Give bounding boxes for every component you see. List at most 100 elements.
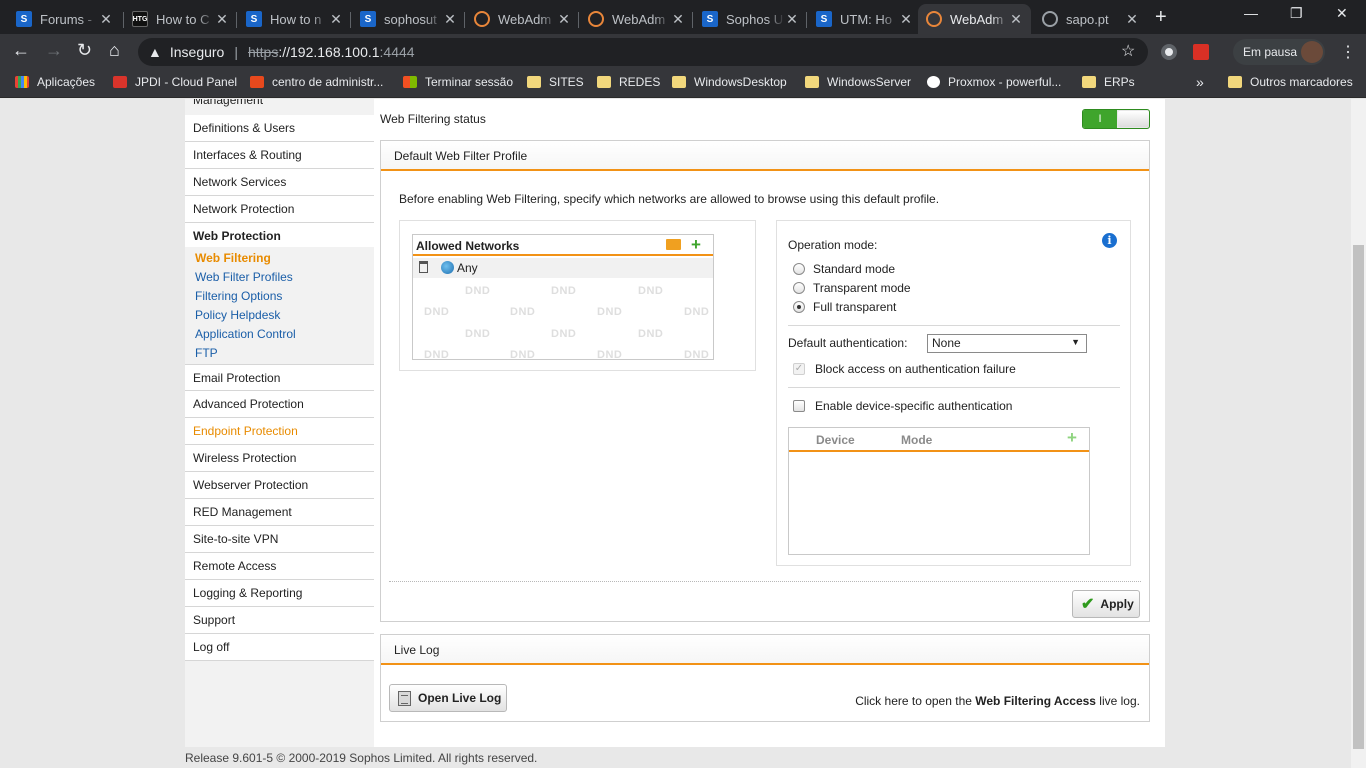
close-icon[interactable]: ✕ bbox=[329, 11, 343, 28]
open-live-log-button[interactable]: Open Live Log bbox=[389, 684, 507, 712]
add-icon[interactable]: + bbox=[691, 235, 701, 255]
browser-tab[interactable]: S UTM: Ho ✕ bbox=[808, 4, 921, 34]
bookmark-folder[interactable]: WindowsDesktop bbox=[672, 75, 787, 89]
sidebar-subitem-application-control[interactable]: Application Control bbox=[195, 327, 296, 341]
sidebar-item-web-protection[interactable]: Web Protection bbox=[185, 223, 374, 247]
dnd-watermark: DND bbox=[424, 349, 450, 360]
sidebar-item-advanced-protection[interactable]: Advanced Protection bbox=[185, 391, 374, 418]
browser-tab[interactable]: S sophosut ✕ bbox=[352, 4, 465, 34]
radio-button-checked[interactable] bbox=[793, 301, 805, 313]
close-icon[interactable]: ✕ bbox=[1009, 11, 1023, 28]
browser-tab[interactable]: S Forums - ✕ bbox=[8, 4, 121, 34]
info-icon[interactable]: i bbox=[1102, 233, 1117, 248]
browser-tab[interactable]: HTG How to C ✕ bbox=[124, 4, 237, 34]
browser-tab-active[interactable]: WebAdm ✕ bbox=[918, 4, 1031, 34]
radio-standard-mode[interactable]: Standard mode bbox=[793, 262, 895, 276]
radio-button[interactable] bbox=[793, 282, 805, 294]
sidebar-item-log-off[interactable]: Log off bbox=[185, 634, 374, 661]
checkbox[interactable] bbox=[793, 400, 805, 412]
close-icon[interactable]: ✕ bbox=[557, 11, 571, 28]
profile-button[interactable]: Em pausa bbox=[1233, 39, 1325, 65]
sidebar-item-endpoint-protection[interactable]: Endpoint Protection bbox=[185, 418, 374, 445]
extension-icon[interactable] bbox=[1161, 44, 1177, 60]
webadmin-icon bbox=[926, 11, 942, 27]
close-icon[interactable]: ✕ bbox=[785, 11, 799, 28]
sidebar-item-definitions-users[interactable]: Definitions & Users bbox=[185, 115, 374, 142]
new-tab-icon[interactable]: + bbox=[1155, 6, 1167, 29]
back-icon[interactable]: ← bbox=[12, 40, 30, 61]
log-icon bbox=[398, 690, 411, 706]
forward-icon[interactable]: → bbox=[45, 40, 63, 61]
window-close-icon[interactable]: ✕ bbox=[1336, 5, 1348, 22]
scrollbar-thumb[interactable] bbox=[1353, 245, 1364, 749]
sidebar-item-site-to-site-vpn[interactable]: Site-to-site VPN bbox=[185, 526, 374, 553]
page-scrollbar[interactable] bbox=[1351, 99, 1366, 768]
sidebar-item-webserver-protection[interactable]: Webserver Protection bbox=[185, 472, 374, 499]
more-menu-icon[interactable]: ⋮ bbox=[1340, 42, 1356, 62]
close-icon[interactable]: ✕ bbox=[899, 11, 913, 28]
radio-transparent-mode[interactable]: Transparent mode bbox=[793, 281, 911, 295]
browser-tab[interactable]: WebAdm ✕ bbox=[580, 4, 693, 34]
web-filtering-toggle[interactable]: I bbox=[1082, 109, 1150, 129]
restore-icon[interactable]: ❐ bbox=[1290, 5, 1303, 22]
bookmark-folder[interactable]: WindowsServer bbox=[805, 75, 911, 89]
browser-tab[interactable]: WebAdm ✕ bbox=[466, 4, 579, 34]
sidebar-item-management[interactable]: Management bbox=[193, 99, 263, 107]
allowed-networks-list[interactable]: Allowed Networks + Any DND DND DND DND D… bbox=[412, 234, 714, 360]
close-icon[interactable]: ✕ bbox=[671, 11, 685, 28]
sidebar-item-wireless-protection[interactable]: Wireless Protection bbox=[185, 445, 374, 472]
bookmark-star-icon[interactable]: ☆ bbox=[1121, 41, 1135, 61]
sidebar-subitem-web-filtering[interactable]: Web Filtering bbox=[195, 251, 271, 265]
close-icon[interactable]: ✕ bbox=[443, 11, 457, 28]
extension-icon[interactable] bbox=[1193, 44, 1209, 60]
address-bar[interactable]: ▲ Inseguro | https ://192.168.100.1 :444… bbox=[138, 38, 1148, 66]
default-auth-select[interactable]: None ▼ bbox=[927, 334, 1087, 353]
security-label: Inseguro bbox=[169, 44, 225, 60]
home-icon[interactable]: ⌂ bbox=[109, 40, 120, 61]
list-item[interactable]: Any bbox=[413, 258, 713, 278]
sidebar-item-network-services[interactable]: Network Services bbox=[185, 169, 374, 196]
browser-tab[interactable]: S How to n ✕ bbox=[238, 4, 351, 34]
bookmark-folder[interactable]: ERPs bbox=[1082, 75, 1135, 89]
sidebar-item-network-protection[interactable]: Network Protection bbox=[185, 196, 374, 223]
bookmark-item[interactable]: Proxmox - powerful... bbox=[927, 75, 1061, 89]
sidebar-subitem-web-filter-profiles[interactable]: Web Filter Profiles bbox=[195, 270, 293, 284]
bookmark-item[interactable]: JPDI - Cloud Panel bbox=[113, 75, 237, 89]
bookmark-item[interactable]: Aplicações bbox=[15, 75, 95, 89]
close-icon[interactable]: ✕ bbox=[99, 11, 113, 28]
other-bookmarks[interactable]: Outros marcadores bbox=[1228, 75, 1353, 89]
device-auth-checkbox-row[interactable]: Enable device-specific authentication bbox=[793, 399, 1012, 413]
apps-icon bbox=[15, 76, 29, 88]
sidebar-item-email-protection[interactable]: Email Protection bbox=[185, 364, 374, 391]
sidebar-subitem-filtering-options[interactable]: Filtering Options bbox=[195, 289, 282, 303]
panel-title: Live Log bbox=[381, 635, 1149, 665]
radio-full-transparent[interactable]: Full transparent bbox=[793, 300, 896, 314]
bookmark-folder[interactable]: REDES bbox=[597, 75, 660, 89]
apply-button[interactable]: ✔ Apply bbox=[1072, 590, 1140, 618]
sidebar-subitem-policy-helpdesk[interactable]: Policy Helpdesk bbox=[195, 308, 280, 322]
browser-tab[interactable]: sapo.pt ✕ bbox=[1034, 4, 1147, 34]
bookmark-item[interactable]: centro de administr... bbox=[250, 75, 383, 89]
browser-tab[interactable]: S Sophos U ✕ bbox=[694, 4, 807, 34]
warning-icon[interactable]: ▲ bbox=[148, 44, 162, 60]
bookmark-item[interactable]: Terminar sessão bbox=[403, 75, 513, 89]
sidebar-item-interfaces-routing[interactable]: Interfaces & Routing bbox=[185, 142, 374, 169]
sidebar-subitem-ftp[interactable]: FTP bbox=[195, 346, 218, 360]
footer-release: Release 9.601-5 © 2000-2019 Sophos Limit… bbox=[185, 751, 538, 765]
minimize-icon[interactable]: — bbox=[1244, 5, 1258, 21]
reload-icon[interactable]: ↻ bbox=[77, 40, 92, 61]
globe-icon bbox=[1042, 11, 1058, 27]
bookmark-folder[interactable]: SITES bbox=[527, 75, 584, 89]
close-icon[interactable]: ✕ bbox=[215, 11, 229, 28]
sidebar-item-remote-access[interactable]: Remote Access bbox=[185, 553, 374, 580]
radio-button[interactable] bbox=[793, 263, 805, 275]
sidebar-item-logging-reporting[interactable]: Logging & Reporting bbox=[185, 580, 374, 607]
divider bbox=[788, 387, 1120, 388]
sidebar-item-support[interactable]: Support bbox=[185, 607, 374, 634]
trash-icon[interactable] bbox=[419, 261, 428, 273]
close-icon[interactable]: ✕ bbox=[1125, 11, 1139, 28]
folder-icon[interactable] bbox=[666, 239, 681, 250]
browser-tab-bar: S Forums - ✕ HTG How to C ✕ S How to n ✕… bbox=[0, 0, 1366, 34]
sidebar-item-red-management[interactable]: RED Management bbox=[185, 499, 374, 526]
chevron-right-icon[interactable]: » bbox=[1196, 74, 1204, 90]
